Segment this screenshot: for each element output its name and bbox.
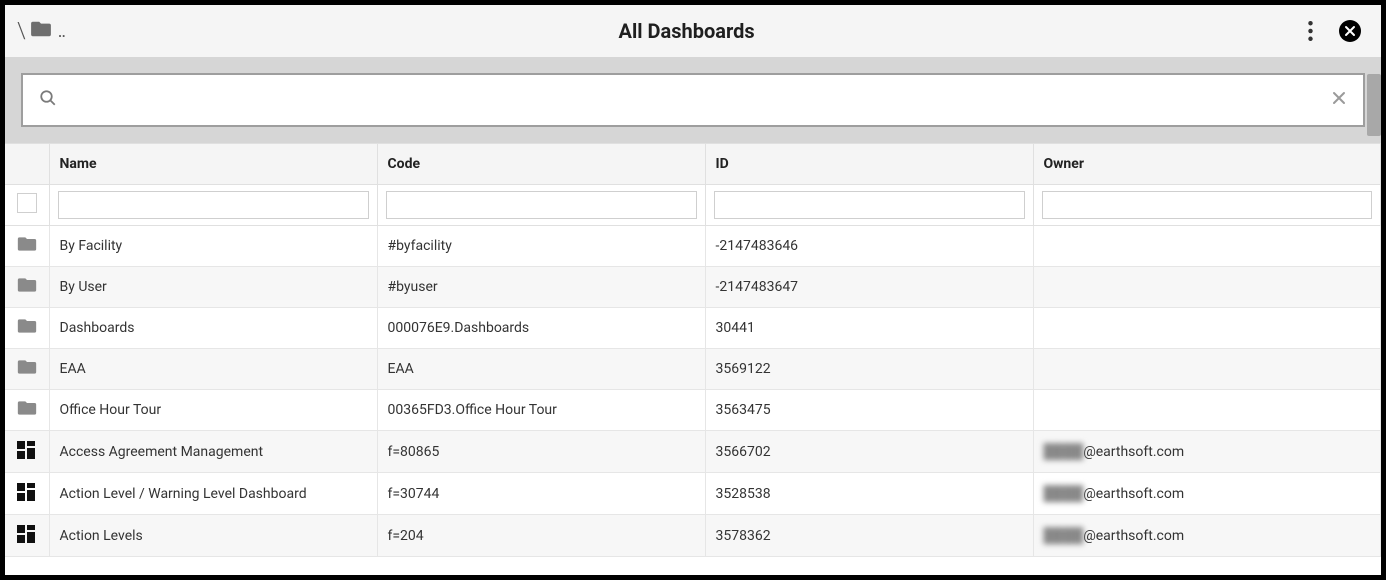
dashboard-icon (17, 483, 37, 501)
search-icon (39, 89, 57, 111)
header-bar: \ .. All Dashboards (5, 5, 1381, 57)
table-row[interactable]: Access Agreement Managementf=80865356670… (5, 431, 1381, 473)
cell-name: Action Level / Warning Level Dashboard (49, 473, 377, 515)
cell-owner: ████@earthsoft.com (1033, 473, 1381, 515)
cell-owner (1033, 349, 1381, 390)
filter-code-input[interactable] (386, 191, 697, 219)
cell-code: 000076E9.Dashboards (377, 308, 705, 349)
table-row[interactable]: Office Hour Tour00365FD3.Office Hour Tou… (5, 390, 1381, 431)
column-header-name[interactable]: Name (49, 144, 377, 185)
cell-owner: ████@earthsoft.com (1033, 515, 1381, 557)
close-icon (1339, 20, 1361, 42)
search-strip (5, 57, 1381, 143)
breadcrumb[interactable]: \ .. (17, 19, 65, 44)
cell-name: Access Agreement Management (49, 431, 377, 473)
cell-code: #byfacility (377, 226, 705, 267)
cell-id: 3563475 (705, 390, 1033, 431)
table-filter-row (5, 185, 1381, 226)
cell-name: EAA (49, 349, 377, 390)
table-row[interactable]: EAAEAA3569122 (5, 349, 1381, 390)
folder-icon (17, 317, 37, 335)
cell-name: Office Hour Tour (49, 390, 377, 431)
cell-owner (1033, 390, 1381, 431)
folder-icon (17, 358, 37, 376)
folder-icon (17, 399, 37, 417)
cell-name: By Facility (49, 226, 377, 267)
table-row[interactable]: Action Level / Warning Level Dashboardf=… (5, 473, 1381, 515)
cell-owner (1033, 267, 1381, 308)
table-row[interactable]: By User#byuser-2147483647 (5, 267, 1381, 308)
column-header-id[interactable]: ID (705, 144, 1033, 185)
breadcrumb-root: \ (17, 19, 26, 44)
filter-id-input[interactable] (714, 191, 1025, 219)
cell-code: f=204 (377, 515, 705, 557)
table-row[interactable]: Dashboards000076E9.Dashboards30441 (5, 308, 1381, 349)
column-header-code[interactable]: Code (377, 144, 705, 185)
cell-name: Dashboards (49, 308, 377, 349)
filter-owner-input[interactable] (1042, 191, 1373, 219)
search-input[interactable] (71, 75, 1317, 125)
close-button[interactable] (1339, 20, 1361, 42)
cell-id: 3566702 (705, 431, 1033, 473)
folder-icon (30, 19, 52, 43)
table-row[interactable]: Action Levelsf=2043578362████@earthsoft.… (5, 515, 1381, 557)
cell-code: #byuser (377, 267, 705, 308)
search-clear-button[interactable] (1331, 90, 1347, 110)
cell-code: f=30744 (377, 473, 705, 515)
cell-id: 3578362 (705, 515, 1033, 557)
cell-id: 3569122 (705, 349, 1033, 390)
table-row[interactable]: By Facility#byfacility-2147483646 (5, 226, 1381, 267)
cell-owner (1033, 226, 1381, 267)
cell-code: EAA (377, 349, 705, 390)
filter-name-input[interactable] (58, 191, 369, 219)
folder-icon (17, 235, 37, 253)
search-box[interactable] (21, 73, 1365, 127)
more-menu-button[interactable] (1308, 21, 1313, 41)
dashboards-table: Name Code ID Owner By Facility#byfacilit… (5, 143, 1381, 557)
cell-name: Action Levels (49, 515, 377, 557)
cell-id: 3528538 (705, 473, 1033, 515)
cell-name: By User (49, 267, 377, 308)
cell-code: 00365FD3.Office Hour Tour (377, 390, 705, 431)
cell-id: -2147483646 (705, 226, 1033, 267)
cell-id: -2147483647 (705, 267, 1033, 308)
cell-owner: ████@earthsoft.com (1033, 431, 1381, 473)
cell-code: f=80865 (377, 431, 705, 473)
dashboard-icon (17, 525, 37, 543)
column-header-owner[interactable]: Owner (1033, 144, 1381, 185)
folder-icon (17, 276, 37, 294)
cell-owner (1033, 308, 1381, 349)
breadcrumb-up[interactable]: .. (56, 21, 66, 42)
cell-id: 30441 (705, 308, 1033, 349)
scrollbar-thumb[interactable] (1367, 74, 1381, 136)
table-header-row: Name Code ID Owner (5, 144, 1381, 185)
column-header-icon[interactable] (5, 144, 49, 185)
select-all-checkbox[interactable] (17, 193, 37, 213)
page-title: All Dashboards (65, 19, 1308, 43)
dashboard-icon (17, 441, 37, 459)
